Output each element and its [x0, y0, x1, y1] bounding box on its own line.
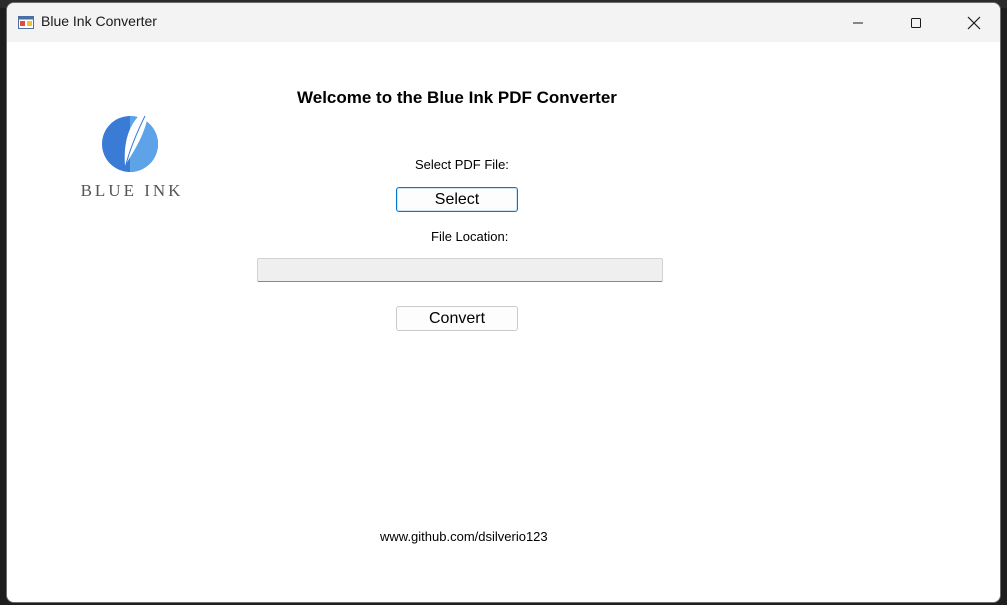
- file-location-label: File Location:: [431, 229, 509, 244]
- logo-text: BLUE INK: [80, 181, 184, 200]
- select-pdf-label: Select PDF File:: [415, 157, 509, 172]
- github-link[interactable]: www.github.com/dsilverio123: [380, 529, 548, 544]
- app-window: Blue Ink Converter BLUE INK Welcome to t…: [6, 2, 1001, 603]
- page-title: Welcome to the Blue Ink PDF Converter: [297, 88, 617, 107]
- maximize-icon: [911, 17, 921, 28]
- form-client-area: BLUE INK Welcome to the Blue Ink PDF Con…: [7, 42, 1000, 602]
- convert-button[interactable]: Convert: [396, 306, 518, 331]
- app-window-icon: [18, 16, 34, 29]
- minimize-button[interactable]: [829, 3, 887, 42]
- minimize-icon: [853, 22, 863, 23]
- file-location-field[interactable]: [257, 258, 663, 282]
- title-bar[interactable]: Blue Ink Converter: [7, 3, 1000, 42]
- maximize-button[interactable]: [887, 3, 945, 42]
- select-button[interactable]: Select: [396, 187, 518, 212]
- window-title: Blue Ink Converter: [41, 13, 157, 29]
- close-icon: [967, 16, 981, 29]
- close-button[interactable]: [945, 3, 1000, 42]
